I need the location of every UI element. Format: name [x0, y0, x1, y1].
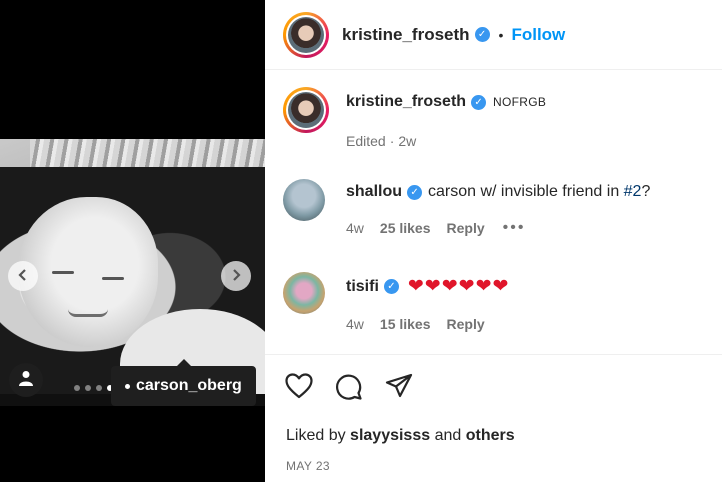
photo-eye [52, 271, 74, 274]
verified-badge-icon: ✓ [471, 94, 487, 110]
post-header: kristine_froseth ✓ • Follow [265, 0, 722, 70]
caption-avatar[interactable] [283, 87, 329, 133]
liked-by-line: Liked by slayysisss and others [286, 427, 515, 445]
carousel-dot [96, 385, 102, 391]
comment-time[interactable]: 4w [346, 316, 364, 332]
comment-meta: 4w 15 likes Reply [346, 316, 509, 332]
comment-icon[interactable] [335, 373, 363, 401]
post-date[interactable]: MAY 23 [286, 459, 330, 473]
commenter-username[interactable]: tisifi [346, 278, 379, 296]
comment-time[interactable]: 4w [346, 220, 364, 236]
photo-mouth [68, 309, 108, 317]
reply-button[interactable]: Reply [447, 220, 485, 236]
chevron-right-icon [230, 268, 242, 284]
comment-hashtag[interactable]: #2 [624, 183, 642, 200]
tagged-users-button[interactable] [9, 363, 43, 397]
photo-eye [102, 277, 124, 280]
liked-by-prefix: Liked by [286, 427, 351, 444]
user-tag-tooltip[interactable]: carson_oberg [111, 359, 256, 406]
photo-subject-face [18, 197, 158, 347]
tag-dot-icon [125, 383, 130, 389]
user-icon [19, 370, 33, 391]
follow-button[interactable]: Follow [511, 25, 565, 45]
author-avatar-image [288, 16, 324, 53]
author-name-block: kristine_froseth ✓ • Follow [342, 25, 565, 45]
carousel-next-button[interactable] [221, 261, 251, 291]
verified-badge-icon: ✓ [474, 27, 490, 42]
liked-by-user[interactable]: slayysisss [350, 427, 430, 444]
liked-by-others[interactable]: others [466, 427, 515, 444]
verified-badge-icon: ✓ [383, 279, 399, 294]
commenter-username[interactable]: shallou [346, 183, 402, 201]
author-username[interactable]: kristine_froseth [342, 25, 470, 45]
caption-row: kristine_froseth ✓ NOFRGB Edited · 2w [283, 87, 546, 149]
meta-separator: · [389, 133, 395, 149]
caption-avatar-image [288, 92, 324, 128]
edited-label: Edited [346, 133, 386, 149]
carousel-prev-button[interactable] [8, 261, 38, 291]
heart-icon[interactable] [285, 373, 313, 401]
chevron-left-icon [17, 268, 29, 284]
comment-likes[interactable]: 25 likes [380, 220, 431, 236]
carousel-dot [74, 385, 80, 391]
comment-hearts: ❤❤❤❤❤❤ [407, 276, 510, 297]
carousel-dot [85, 385, 91, 391]
post-details-panel: kristine_froseth ✓ • Follow kristine_fro… [265, 0, 722, 482]
post-media-panel: carson_oberg [0, 0, 265, 482]
caption-time[interactable]: 2w [398, 133, 416, 149]
caption-username[interactable]: kristine_froseth [346, 93, 466, 111]
more-options-icon[interactable]: ••• [503, 219, 526, 237]
tagged-username: carson_oberg [136, 377, 242, 394]
comment-row: tisifi ✓ ❤❤❤❤❤❤ 4w 15 likes Reply [283, 272, 509, 332]
liked-by-and: and [430, 427, 466, 444]
header-separator: • [498, 26, 504, 43]
share-icon[interactable] [385, 373, 413, 401]
commenter-avatar[interactable] [283, 272, 325, 314]
verified-badge-icon: ✓ [407, 184, 423, 200]
comment-text-body: carson w/ invisible friend in [428, 183, 624, 200]
author-avatar[interactable] [283, 11, 329, 58]
comment-text-end: ? [641, 183, 651, 200]
caption-meta: Edited · 2w [346, 133, 546, 149]
commenter-avatar[interactable] [283, 179, 325, 221]
comment-likes[interactable]: 15 likes [380, 316, 431, 332]
caption-text: NOFRGB [493, 95, 547, 109]
post-actions-section: Liked by slayysisss and others MAY 23 [265, 354, 722, 482]
comment-text: carson w/ invisible friend in #2? [428, 183, 650, 201]
comment-meta: 4w 25 likes Reply ••• [346, 219, 650, 237]
action-bar [285, 373, 413, 401]
comment-row: shallou ✓ carson w/ invisible friend in … [283, 179, 650, 237]
reply-button[interactable]: Reply [447, 316, 485, 332]
comments-list: kristine_froseth ✓ NOFRGB Edited · 2w sh… [265, 71, 722, 354]
